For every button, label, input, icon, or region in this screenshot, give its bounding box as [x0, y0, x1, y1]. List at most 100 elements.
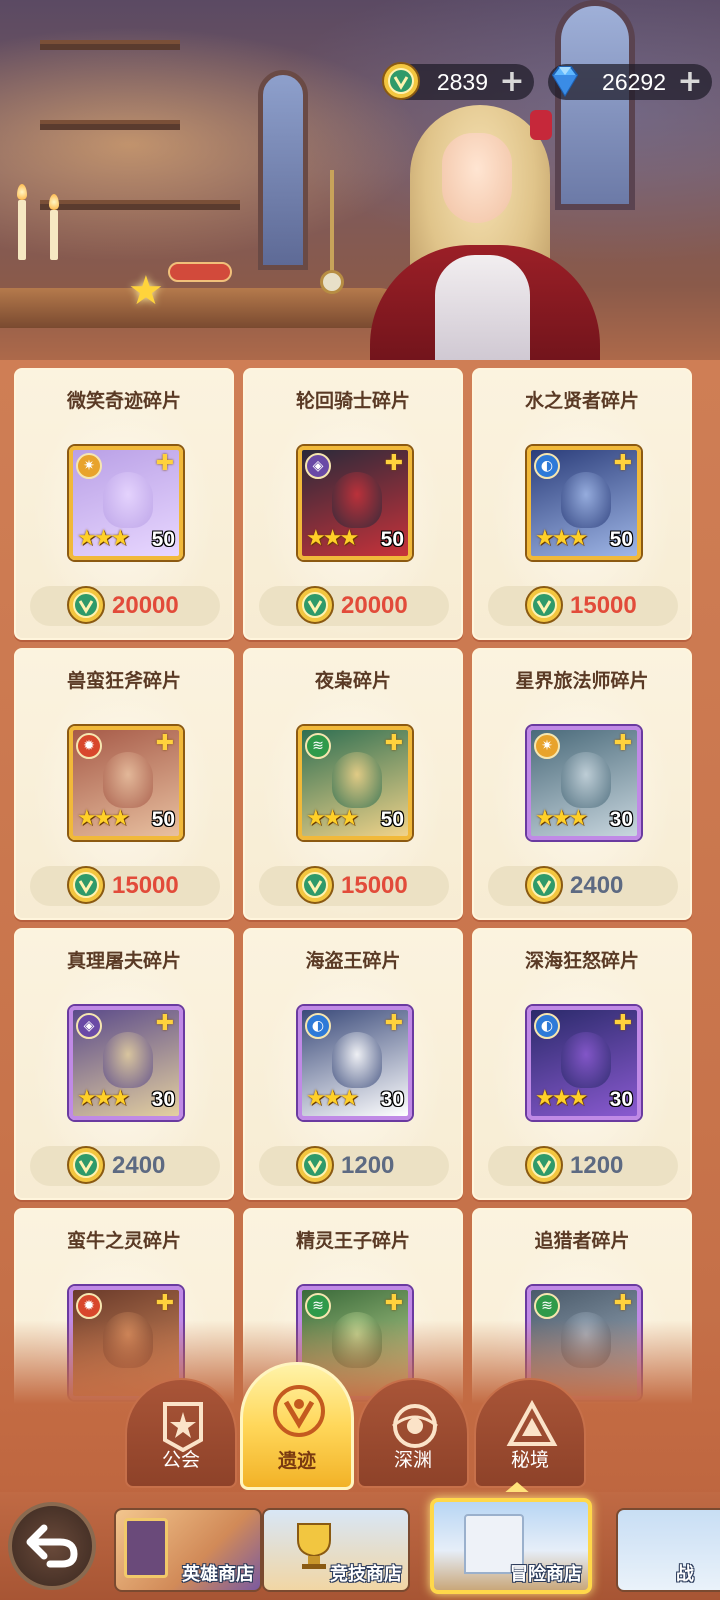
candle-flame — [49, 194, 59, 210]
hero-art — [103, 752, 153, 808]
shop-item-title: 深海狂怒碎片 — [524, 950, 639, 972]
shop-tile-hero[interactable]: 英雄商店 — [114, 1508, 262, 1592]
fragment-count: 50 — [609, 528, 633, 551]
shop-item-card[interactable]: 真理屠夫碎片 ◈ ✚ ★ ★ ★ 30 2400 — [14, 928, 234, 1200]
shopkeeper-face — [442, 133, 512, 223]
shop-tile-arena[interactable]: 竞技商店 — [262, 1508, 410, 1592]
hero-portrait: ✷ ✚ ★ ★ ★ 30 — [527, 726, 641, 840]
candle — [50, 210, 58, 260]
buy-price-button[interactable]: 15000 — [30, 866, 220, 906]
shop-tile-war[interactable]: 战 — [616, 1508, 720, 1592]
add-diamond-button[interactable]: + — [676, 67, 704, 97]
buy-price-button[interactable]: 2400 — [30, 1146, 220, 1186]
wind-element-icon: ≋ — [305, 1293, 331, 1319]
star-icon: ★ — [339, 806, 360, 831]
buy-price-button[interactable]: 20000 — [259, 586, 449, 626]
tab-guild[interactable]: 公会 — [125, 1378, 237, 1488]
star-rating: ★ ★ ★ — [77, 526, 131, 552]
relic-shop-screen: ★ 2839 + 26292 + 微笑奇迹碎片 ✷ ✚ ★ ★ ★ 50 200… — [0, 0, 720, 1600]
shopkeeper-bow — [530, 110, 552, 140]
relic-coin-icon — [64, 863, 108, 907]
buy-price-button[interactable]: 2400 — [488, 866, 678, 906]
shop-item-card[interactable]: 深海狂怒碎片 ◐ ✚ ★ ★ ★ 30 1200 — [472, 928, 692, 1200]
light-element-icon: ✷ — [76, 453, 102, 479]
hero-art — [332, 472, 382, 528]
star-rating: ★ ★ ★ — [77, 1086, 131, 1112]
star-rating: ★ ★ ★ — [535, 1086, 588, 1112]
fragment-puzzle-icon: ✚ — [155, 731, 175, 756]
shop-item-title: 夜枭碎片 — [314, 670, 391, 692]
shop-item-card[interactable]: 海盗王碎片 ◐ ✚ ★ ★ ★ 30 1200 — [243, 928, 463, 1200]
fragment-puzzle-icon: ✚ — [613, 451, 633, 476]
relic-coin-icon — [293, 1143, 337, 1187]
shop-tile-adventure-label: 冒险商店 — [510, 1564, 582, 1585]
fragment-puzzle-icon: ✚ — [384, 451, 404, 476]
price-amount: 1200 — [570, 1152, 624, 1179]
relic-coin-icon — [378, 58, 424, 104]
star-icon: ★ — [110, 806, 131, 831]
buy-price-button[interactable]: 1200 — [259, 1146, 449, 1186]
buy-price-button[interactable]: 15000 — [488, 586, 678, 626]
shop-tile-hero-label: 英雄商店 — [182, 1564, 254, 1585]
hero-art — [561, 752, 611, 808]
relic-emblem-icon — [271, 1383, 327, 1439]
add-relic-coin-button[interactable]: + — [498, 67, 526, 97]
fragment-puzzle-icon: ✚ — [155, 1011, 175, 1036]
shop-item-card[interactable]: 兽蛮狂斧碎片 ✹ ✚ ★ ★ ★ 50 15000 — [14, 648, 234, 920]
back-button[interactable] — [8, 1502, 96, 1590]
price-amount: 15000 — [570, 592, 637, 619]
dark-element-icon: ◈ — [76, 1013, 102, 1039]
wind-element-icon: ≋ — [305, 733, 331, 759]
fragment-count: 30 — [151, 1088, 175, 1111]
buy-price-button[interactable]: 20000 — [30, 586, 220, 626]
buy-price-button[interactable]: 15000 — [259, 866, 449, 906]
shop-item-title: 微笑奇迹碎片 — [66, 390, 181, 412]
tab-relic[interactable]: 遗迹 — [240, 1362, 354, 1490]
wind-element-icon: ≋ — [534, 1293, 560, 1319]
dark-element-icon: ◈ — [305, 453, 331, 479]
tab-abyss[interactable]: 深渊 — [357, 1378, 469, 1488]
back-arrow-icon — [26, 1524, 78, 1568]
candle-flame — [17, 184, 27, 200]
hero-art — [561, 1032, 611, 1088]
fragment-puzzle-icon: ✚ — [384, 1291, 404, 1316]
shopkeeper-character — [330, 95, 610, 380]
hero-portrait: ≋ ✚ ★ ★ ★ 50 — [298, 726, 412, 840]
star-rating: ★ ★ ★ — [535, 526, 588, 552]
buy-price-button[interactable]: 1200 — [488, 1146, 678, 1186]
shop-item-card[interactable]: 轮回骑士碎片 ◈ ✚ ★ ★ ★ 50 20000 — [243, 368, 463, 640]
fire-element-icon: ✹ — [76, 733, 102, 759]
relic-coin-icon — [64, 583, 108, 627]
star-decoration-icon: ★ — [128, 268, 164, 314]
shop-item-title: 水之贤者碎片 — [524, 390, 639, 412]
relic-coin-icon — [293, 583, 337, 627]
arched-door — [258, 70, 308, 270]
fragment-count: 50 — [151, 528, 175, 551]
relic-coin-icon — [293, 863, 337, 907]
shelf — [40, 40, 180, 50]
shop-item-card[interactable]: 水之贤者碎片 ◐ ✚ ★ ★ ★ 50 15000 — [472, 368, 692, 640]
price-amount: 15000 — [112, 872, 179, 899]
relic-coin-counter: 2839 + — [382, 62, 534, 100]
shop-item-card[interactable]: 夜枭碎片 ≋ ✚ ★ ★ ★ 50 15000 — [243, 648, 463, 920]
tab-guild-label: 公会 — [161, 1449, 200, 1471]
relic-coin-icon — [64, 1143, 108, 1187]
shop-item-card[interactable]: 微笑奇迹碎片 ✷ ✚ ★ ★ ★ 50 20000 — [14, 368, 234, 640]
hero-art — [332, 752, 382, 808]
fragment-puzzle-icon: ✚ — [155, 1291, 175, 1316]
shop-item-title: 海盗王碎片 — [305, 950, 401, 972]
fragment-count: 30 — [609, 1088, 633, 1111]
fragment-puzzle-icon: ✚ — [613, 1011, 633, 1036]
star-icon: ★ — [110, 526, 131, 551]
diamond-counter: 26292 + — [548, 64, 712, 100]
fragment-count: 50 — [151, 808, 175, 831]
tab-secret-realm[interactable]: 秘境 — [474, 1378, 586, 1488]
fragment-puzzle-icon: ✚ — [384, 1011, 404, 1036]
shop-tile-adventure[interactable]: 冒险商店 — [430, 1498, 592, 1594]
shop-item-card[interactable]: 星界旅法师碎片 ✷ ✚ ★ ★ ★ 30 2400 — [472, 648, 692, 920]
star-icon: ★ — [110, 1086, 131, 1111]
hero-art — [332, 1032, 382, 1088]
shop-item-title: 追猎者碎片 — [534, 1230, 630, 1252]
tab-abyss-label: 深渊 — [393, 1449, 432, 1471]
tab-secret-realm-label: 秘境 — [510, 1449, 549, 1471]
